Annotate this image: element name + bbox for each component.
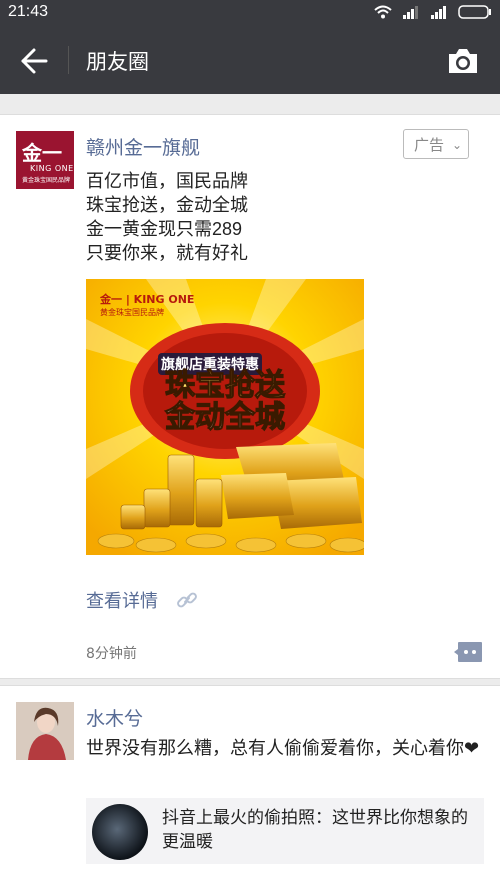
ad-image[interactable]: 旗舰店重装特惠 珠宝抢送 金动全城 金一 | KING ONE 黄金珠宝国民品牌 bbox=[86, 279, 364, 555]
signal-icon-2 bbox=[431, 6, 446, 19]
battery-icon bbox=[458, 5, 491, 19]
post-text-line: 只要你来，就有好礼 bbox=[86, 243, 248, 263]
post-text: 百亿市值，国民品牌 珠宝抢送，金动全城 金一黄金现只需289 只要你来，就有好礼 bbox=[86, 169, 476, 265]
avatar-logo-text: 金一 bbox=[22, 141, 62, 165]
ad-tag-label: 广告 bbox=[414, 136, 445, 154]
post-text-line: 珠宝抢送，金动全城 bbox=[86, 195, 248, 215]
appbar-divider bbox=[68, 46, 69, 74]
banner-line2: 金动全城 bbox=[164, 400, 285, 435]
ad-image-graphic: 旗舰店重装特惠 珠宝抢送 金动全城 金一 | KING ONE 黄金珠宝国民品牌 bbox=[86, 279, 364, 555]
view-details-link[interactable]: 查看详情 bbox=[86, 587, 158, 613]
ad-brand-sub: 黄金珠宝国民品牌 bbox=[100, 307, 164, 317]
wifi-icon bbox=[374, 5, 392, 19]
camera-icon[interactable] bbox=[446, 46, 480, 76]
post-text-line: 百亿市值，国民品牌 bbox=[86, 171, 248, 191]
avatar[interactable] bbox=[16, 702, 74, 760]
back-arrow-icon[interactable] bbox=[18, 46, 50, 76]
chevron-down-icon: ⌄ bbox=[451, 138, 462, 152]
post-author[interactable]: 水木兮 bbox=[86, 704, 143, 731]
avatar-logo-en: KING ONE bbox=[30, 164, 74, 173]
post-time: 8分钟前 bbox=[86, 646, 137, 662]
post-ad: 金一 KING ONE 黄金珠宝国民品牌 赣州金一旗舰 广告 ⌄ 百亿市值，国民… bbox=[0, 114, 500, 679]
status-icons bbox=[374, 5, 492, 19]
status-time: 21:43 bbox=[8, 3, 49, 20]
comment-icon[interactable] bbox=[453, 641, 483, 663]
status-bar: 21:43 bbox=[0, 0, 500, 26]
share-thumbnail bbox=[92, 804, 148, 860]
page-title: 朋友圈 bbox=[86, 51, 149, 74]
banner-line1: 珠宝抢送 bbox=[165, 368, 285, 403]
post-author[interactable]: 赣州金一旗舰 bbox=[86, 133, 200, 160]
ad-brand-text: 金一 | KING ONE bbox=[99, 292, 194, 306]
share-title: 抖音上最火的偷拍照：这世界比你想象的更温暖 bbox=[162, 808, 468, 852]
post-text-line: 金一黄金现只需289 bbox=[86, 219, 243, 239]
post-user: 水木兮 世界没有那么糟，总有人偷偷爱着你，关心着你❤ 抖音上最火的偷拍照：这世界… bbox=[0, 685, 500, 890]
avatar-image bbox=[16, 702, 74, 760]
app-bar: 朋友圈 bbox=[0, 26, 500, 94]
signal-icon bbox=[403, 6, 418, 19]
avatar-logo-cn: 黄金珠宝国民品牌 bbox=[22, 177, 71, 184]
ad-tag-button[interactable]: 广告 ⌄ bbox=[403, 129, 469, 159]
post-text: 世界没有那么糟，总有人偷偷爱着你，关心着你❤ bbox=[86, 738, 480, 759]
shared-link-card[interactable]: 抖音上最火的偷拍照：这世界比你想象的更温暖 bbox=[86, 798, 484, 864]
link-icon[interactable] bbox=[176, 589, 198, 611]
avatar[interactable]: 金一 KING ONE 黄金珠宝国民品牌 bbox=[16, 131, 74, 189]
